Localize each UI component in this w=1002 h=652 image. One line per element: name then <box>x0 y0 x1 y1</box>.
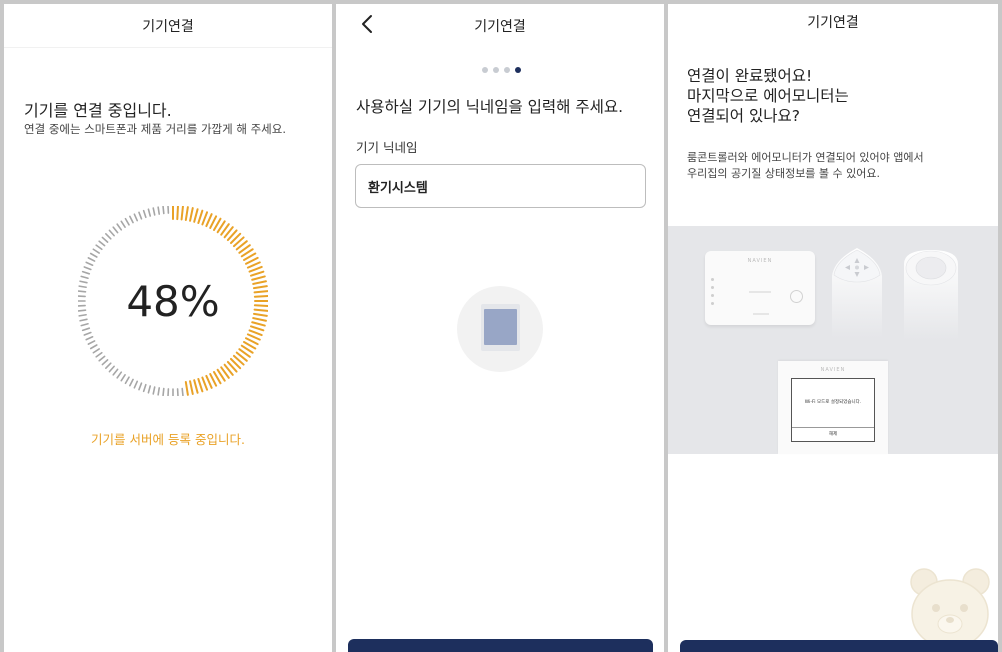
connecting-heading: 기기를 연결 중입니다. <box>24 101 172 120</box>
air-monitor-screen: 기기연결 연결이 완료됐어요! 마지막으로 에어모니터는 연결되어 있나요? 룸… <box>668 4 998 652</box>
step-dot <box>493 67 499 73</box>
progress-percent: 48% <box>126 276 220 326</box>
screen-title: 기기연결 <box>807 15 859 31</box>
chevron-left-icon <box>362 15 372 33</box>
nickname-screen: 기기연결 사용하실 기기의 닉네임을 입력해 주세요. 기기 닉네임 <box>336 4 664 652</box>
air-purifier-icon <box>904 250 958 340</box>
nickname-label: 기기 닉네임 <box>356 140 418 155</box>
ventilation-device-icon <box>481 304 520 351</box>
air-monitor-icon <box>832 248 882 338</box>
step-dot-active <box>515 67 521 73</box>
connecting-subtext: 연결 중에는 스마트폰과 제품 거리를 가깝게 해 주세요. <box>24 122 287 136</box>
complete-heading: 연결이 완료됐어요! 마지막으로 에어모니터는 연결되어 있나요? <box>687 67 849 125</box>
screen-title: 기기연결 <box>4 4 332 48</box>
room-controller-icon: NAVIEN <box>705 251 815 325</box>
confirm-button[interactable] <box>348 639 653 652</box>
back-button[interactable] <box>356 12 380 36</box>
wall-panel-icon: NAVIEN Wi-Fi 모드로 설정되었습니다. 해제 <box>778 361 888 454</box>
complete-description: 룸콘트롤러와 에어모니터가 연결되어 있어야 앱에서 우리집의 공기질 상태정보… <box>687 151 924 180</box>
connecting-status: 기기를 서버에 등록 중입니다. <box>91 432 245 447</box>
screen-title: 기기연결 <box>474 19 526 35</box>
nickname-heading: 사용하실 기기의 닉네임을 입력해 주세요. <box>356 98 624 116</box>
step-indicator <box>482 67 521 73</box>
device-image <box>457 286 543 372</box>
progress-ring: 48% <box>78 206 268 396</box>
devices-illustration: NAVIEN NAVIEN Wi-Fi 모드로 설정되었습니다. 해제 <box>668 226 998 454</box>
nickname-input[interactable] <box>355 164 646 208</box>
step-dot <box>482 67 488 73</box>
bear-face-icon <box>910 568 990 649</box>
step-dot <box>504 67 510 73</box>
connecting-screen: 기기연결 기기를 연결 중입니다. 연결 중에는 스마트폰과 제품 거리를 가깝… <box>4 4 332 652</box>
next-button[interactable] <box>680 640 998 652</box>
